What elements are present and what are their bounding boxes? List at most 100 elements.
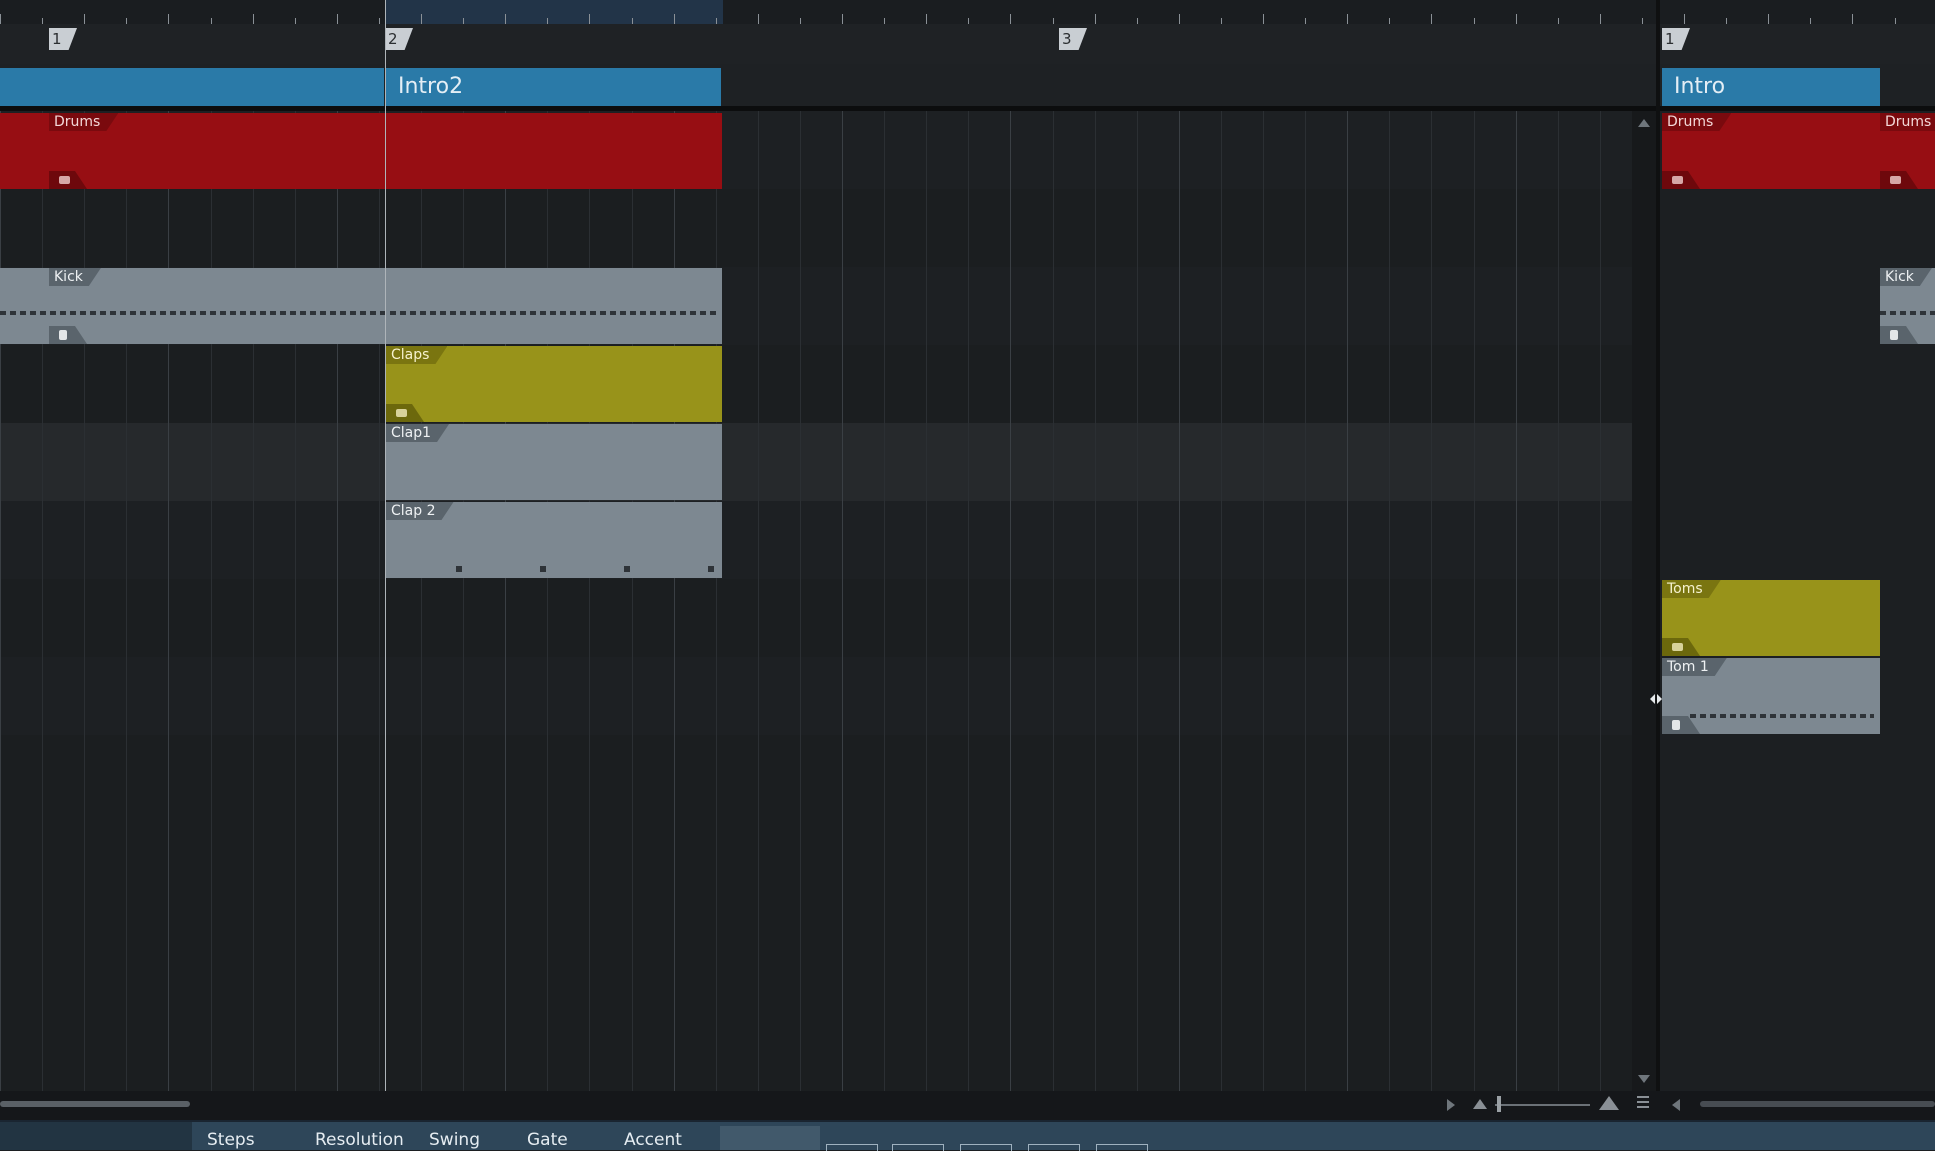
zoom-out-icon[interactable] [1473,1099,1487,1109]
grid-line [168,111,169,1091]
pattern-kick-left[interactable]: Kick [0,268,722,344]
track-lanes[interactable] [0,111,1632,1091]
ruler-tick [1095,14,1096,24]
grid-line [1474,111,1475,1091]
horizontal-scroll-thumb[interactable] [0,1101,190,1107]
note-event[interactable] [624,566,630,572]
grid-line [674,111,675,1091]
lane-toms[interactable] [0,579,1632,658]
grid-line [1137,111,1138,1091]
note-event[interactable] [708,566,714,572]
ruler-tick [168,14,169,24]
resize-handle-icon[interactable] [1650,690,1662,708]
arranger-section-intro2[interactable]: Intro2 [386,68,721,106]
pattern-drums-right-1[interactable]: Drums [1662,113,1880,189]
arranger-section-intro[interactable]: Intro [1662,68,1880,106]
scroll-down-icon[interactable] [1638,1075,1650,1083]
grid-line [1263,111,1264,1091]
tab-swing[interactable]: Swing [429,1130,480,1150]
zoom-slider-track[interactable] [1495,1104,1590,1106]
arranger-section-previous[interactable] [0,68,384,106]
ruler-tick [674,14,675,24]
ruler-tick [1852,14,1853,24]
grid-line [1053,111,1054,1091]
note-events [1880,311,1935,315]
grid-line [1305,111,1306,1091]
pattern-label: Drums [1662,113,1731,131]
grid-line [0,111,1,1091]
pattern-toms[interactable]: Toms [1662,580,1880,656]
lane-empty-2[interactable] [0,735,1632,1091]
ruler-tick [1768,14,1769,24]
ruler-loop-selection[interactable] [385,0,723,24]
lane-empty-1[interactable] [0,189,1632,268]
grid-line [463,111,464,1091]
grid-line [337,111,338,1091]
pattern-clap2[interactable]: Clap 2 [386,502,722,578]
pattern-folder-icon [386,404,424,422]
zoom-slider-knob[interactable] [1497,1096,1501,1112]
pattern-label: Drums [49,113,118,131]
pattern-label: Tom 1 [1662,658,1727,676]
ruler-tick [1010,14,1011,24]
playhead-cursor[interactable] [385,0,386,1091]
lane-claps[interactable] [0,345,1632,424]
pattern-folder-icon [1662,638,1700,656]
grid-line [253,111,254,1091]
grid-line [716,111,717,1091]
grid-line [1010,111,1011,1091]
pattern-label: Kick [49,268,101,286]
grid-line [758,111,759,1091]
ruler-tick [505,14,506,24]
lane-clap2[interactable] [0,501,1632,580]
menu-lines-icon[interactable] [1637,1096,1649,1108]
tab-accent[interactable]: Accent [624,1130,682,1150]
tab-steps[interactable]: Steps [207,1130,255,1150]
note-event[interactable] [456,566,462,572]
grid-line [926,111,927,1091]
ruler-tick [758,14,759,24]
grid-line [547,111,548,1091]
tab-resolution[interactable]: Resolution [315,1130,404,1150]
pattern-drums-right-2[interactable]: Drums [1880,113,1935,189]
scroll-up-icon[interactable] [1638,119,1650,127]
pattern-label: Toms [1662,580,1721,598]
tab-gate[interactable]: Gate [527,1130,568,1150]
pattern-drums-left[interactable]: Drums [0,113,722,189]
vertical-scrollbar[interactable] [1632,111,1656,1091]
pattern-tom1[interactable]: Tom 1 [1662,658,1880,734]
ruler-tick [0,14,1,24]
step-editor-toolbar: Steps Resolution Swing Gate Accent [0,1120,1935,1151]
scroll-right-icon[interactable] [1447,1099,1455,1111]
ruler-tick [421,14,422,24]
scroll-left-icon[interactable] [1672,1099,1680,1111]
grid-line [1221,111,1222,1091]
zoom-in-icon[interactable] [1599,1096,1619,1110]
ruler-tick [1347,14,1348,24]
ruler-tick [1600,14,1601,24]
grid-line [505,111,506,1091]
lane-tom1[interactable] [0,657,1632,736]
toolbar-left-block [0,1122,192,1150]
marker-track[interactable] [0,24,1935,65]
pattern-folder-icon [49,171,87,189]
grid-line [884,111,885,1091]
grid-line [211,111,212,1091]
grid-line [842,111,843,1091]
note-events [1690,714,1874,718]
ruler-tick [253,14,254,24]
split-view-divider[interactable] [1656,0,1660,1120]
grid-line [126,111,127,1091]
lane-clap1[interactable] [0,423,1632,502]
pattern-claps[interactable]: Claps [386,346,722,422]
horizontal-scroll-thumb-right[interactable] [1700,1101,1935,1107]
note-event[interactable] [540,566,546,572]
grid-line [1600,111,1601,1091]
grid-line [1431,111,1432,1091]
pattern-kick-right[interactable]: Kick [1880,268,1935,344]
grid-line [968,111,969,1091]
ruler-tick [842,14,843,24]
timeline-ruler[interactable] [0,0,1935,25]
pattern-clap1[interactable]: Clap1 [386,424,722,500]
grid-line [632,111,633,1091]
